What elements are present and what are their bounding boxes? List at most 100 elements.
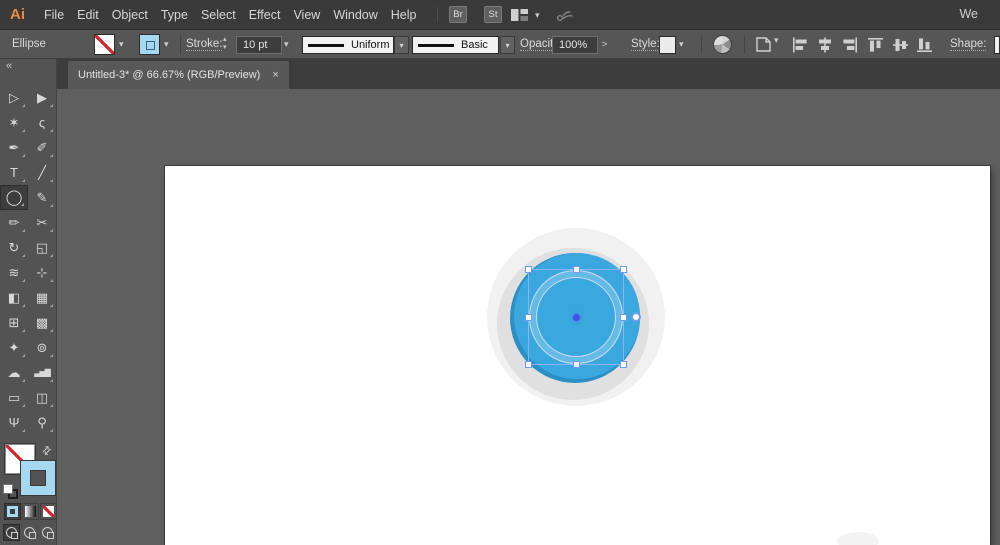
share-icon[interactable]: [554, 7, 574, 28]
stroke-dropdown-chevron-icon[interactable]: ▾: [164, 39, 169, 50]
direct-selection-tool[interactable]: ▶: [28, 85, 56, 110]
zoom-tool[interactable]: ⚲: [28, 410, 56, 435]
document-tab[interactable]: Untitled-3* @ 66.67% (RGB/Preview) ×: [68, 61, 289, 89]
slice-tool[interactable]: ◫: [28, 385, 56, 410]
curvature-tool[interactable]: ✐: [28, 135, 56, 160]
transform-dropdown[interactable]: ▾: [755, 36, 779, 53]
color-button[interactable]: [4, 503, 21, 520]
draw-behind-button[interactable]: [21, 524, 38, 541]
stroke-weight-value[interactable]: 10 pt: [236, 36, 282, 54]
menu-type[interactable]: Type: [161, 8, 188, 22]
stroke-color-swatch[interactable]: [139, 34, 160, 55]
menu-effect[interactable]: Effect: [249, 8, 281, 22]
line-segment-tool[interactable]: ╱: [28, 160, 56, 185]
align-vertical-top-icon[interactable]: [867, 37, 885, 53]
puppet-warp-tool[interactable]: ⊹: [28, 260, 56, 285]
stroke-swatch[interactable]: [20, 460, 56, 496]
stock-button[interactable]: St: [484, 6, 502, 23]
menu-help[interactable]: Help: [391, 8, 417, 22]
pencil-tool[interactable]: ✏: [0, 210, 28, 235]
ellipse-tool[interactable]: ◯: [0, 185, 28, 210]
live-shape-widget[interactable]: [631, 312, 641, 322]
align-horizontal-center-icon[interactable]: [816, 37, 834, 53]
stroke-weight-chevron-icon[interactable]: ▾: [284, 39, 289, 50]
pen-tool[interactable]: ✒: [0, 135, 28, 160]
tools-panel-collapse[interactable]: «: [0, 59, 56, 74]
opacity-value[interactable]: 100%: [552, 36, 598, 54]
rotate-tool[interactable]: ↻: [0, 235, 28, 260]
stroke-weight-stepper[interactable]: ▴▾: [223, 36, 227, 52]
gradient-tool[interactable]: ▩: [28, 310, 56, 335]
align-horizontal-right-icon[interactable]: [840, 37, 858, 53]
menu-view[interactable]: View: [293, 8, 320, 22]
tab-close-icon[interactable]: ×: [272, 69, 278, 81]
menu-file[interactable]: File: [44, 8, 64, 22]
width-tool[interactable]: ≋: [0, 260, 28, 285]
variable-width-profile-dropdown[interactable]: Uniform: [302, 36, 394, 54]
stroke-weight-label[interactable]: Stroke:: [186, 38, 222, 51]
symbol-sprayer-tool[interactable]: ☁: [0, 360, 28, 385]
draw-inside-button[interactable]: [39, 524, 56, 541]
default-fill-stroke-icon[interactable]: [3, 484, 19, 500]
brush-chevron-icon[interactable]: ▾: [500, 36, 515, 54]
handle-bottom-left[interactable]: [525, 361, 532, 368]
handle-top-center[interactable]: [573, 266, 580, 273]
artboard-tool[interactable]: ▭: [0, 385, 28, 410]
selection-center-point[interactable]: [573, 314, 580, 321]
column-graph-tool[interactable]: ▃▅▇: [28, 360, 56, 385]
shape-label[interactable]: Shape:: [950, 38, 986, 51]
gradient-button[interactable]: [22, 503, 39, 520]
symbol-sprayer-tool-icon: ☁: [8, 366, 21, 379]
scale-tool[interactable]: ◱: [28, 235, 56, 260]
eyedropper-tool[interactable]: ✦: [0, 335, 28, 360]
style-label[interactable]: Style:: [631, 38, 660, 51]
arrange-documents-dropdown[interactable]: ▾: [511, 9, 540, 21]
fill-color-swatch[interactable]: [94, 34, 115, 55]
mesh-tool[interactable]: ⊞: [0, 310, 28, 335]
style-chevron-icon[interactable]: ▾: [679, 39, 684, 50]
scissors-tool[interactable]: ✂: [28, 210, 56, 235]
lasso-tool[interactable]: ς: [28, 110, 56, 135]
opacity-more-chevron-icon[interactable]: >: [602, 39, 607, 49]
hand-tool[interactable]: Ψ: [0, 410, 28, 435]
handle-bottom-center[interactable]: [573, 361, 580, 368]
shape-swatch-partial[interactable]: [994, 36, 1000, 54]
bridge-button[interactable]: Br: [449, 6, 467, 23]
type-tool[interactable]: T: [0, 160, 28, 185]
align-vertical-bottom-icon[interactable]: [916, 37, 934, 53]
brush-definition-dropdown[interactable]: Basic: [412, 36, 499, 54]
canvas-pasteboard[interactable]: [57, 89, 1000, 545]
none-button[interactable]: [40, 503, 57, 520]
fill-stroke-cluster: ⇄: [0, 442, 57, 502]
blend-tool[interactable]: ⊚: [28, 335, 56, 360]
draw-normal-button[interactable]: [3, 524, 20, 541]
paintbrush-tool[interactable]: ✎: [28, 185, 56, 210]
menu-window[interactable]: Window: [333, 8, 377, 22]
shape-builder-tool[interactable]: ◧: [0, 285, 28, 310]
menu-divider: [437, 7, 438, 22]
menu-select[interactable]: Select: [201, 8, 236, 22]
handle-top-right[interactable]: [620, 266, 627, 273]
workspace-label-partial[interactable]: We: [959, 7, 978, 21]
perspective-grid-tool[interactable]: ▦: [28, 285, 56, 310]
handle-middle-right[interactable]: [620, 314, 627, 321]
magic-wand-tool[interactable]: ✶: [0, 110, 28, 135]
align-horizontal-left-icon[interactable]: [792, 37, 810, 53]
menu-edit[interactable]: Edit: [77, 8, 99, 22]
selection-tool[interactable]: ▷: [0, 85, 28, 110]
handle-bottom-right[interactable]: [620, 361, 627, 368]
app-logo: Ai: [10, 6, 25, 23]
pen-tool-icon: ✒: [9, 141, 20, 154]
width-profile-chevron-icon[interactable]: ▾: [394, 36, 409, 54]
handle-top-left[interactable]: [525, 266, 532, 273]
align-vertical-center-icon[interactable]: [892, 37, 910, 53]
fill-dropdown-chevron-icon[interactable]: ▾: [119, 39, 124, 50]
menu-object[interactable]: Object: [112, 8, 148, 22]
swap-fill-stroke-icon[interactable]: ⇄: [39, 443, 55, 459]
handle-middle-left[interactable]: [525, 314, 532, 321]
recolor-artwork-icon[interactable]: [713, 35, 732, 54]
artboard[interactable]: [165, 166, 990, 545]
graphic-style-swatch[interactable]: [659, 36, 676, 54]
divider: [701, 35, 702, 54]
control-bar: Ellipse ▾ ▾ Stroke: ▴▾ 10 pt ▾ Uniform ▾…: [0, 29, 1000, 59]
